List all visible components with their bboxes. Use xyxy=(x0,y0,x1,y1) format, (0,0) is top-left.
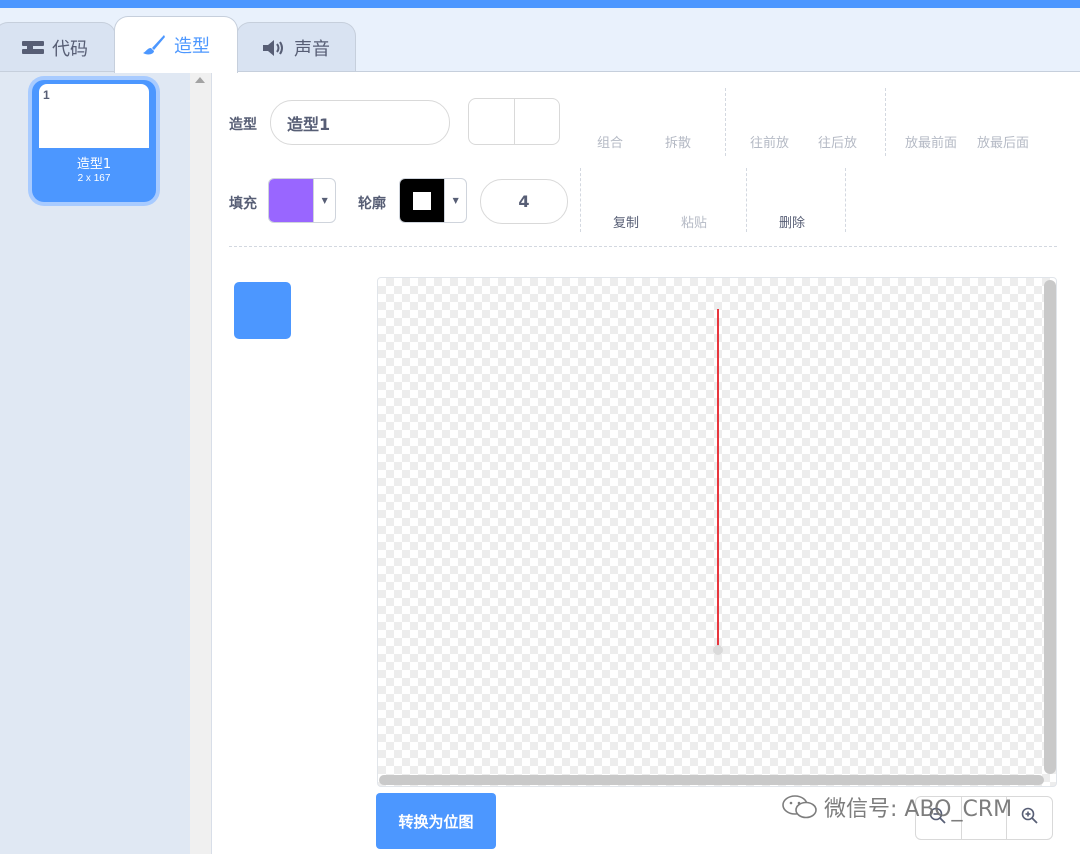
costume-name-label: 造型 xyxy=(229,117,257,133)
tab-sounds[interactable]: 声音 xyxy=(236,22,356,72)
tab-costumes[interactable]: 造型 xyxy=(114,16,238,73)
delete-button[interactable]: 删除 xyxy=(779,212,805,231)
copy-button[interactable]: 复制 xyxy=(613,212,639,231)
paste-button[interactable]: 粘贴 xyxy=(681,212,707,231)
convert-to-bitmap-button[interactable]: 转换为位图 xyxy=(376,793,496,849)
flip-buttons xyxy=(468,98,560,145)
fill-color-picker[interactable]: ▼ xyxy=(268,178,336,223)
scroll-up-arrow-icon[interactable] xyxy=(195,77,205,83)
costume-name-input[interactable]: 造型1 xyxy=(270,100,450,145)
toolbar-separator xyxy=(746,168,747,232)
outline-label: 轮廓 xyxy=(358,196,386,212)
group-button[interactable]: 组合 xyxy=(597,132,623,151)
outline-swatch xyxy=(400,179,445,222)
toolbar-separator xyxy=(885,88,886,156)
toolbar-divider xyxy=(229,246,1057,247)
wechat-watermark: 微信号: ABO_CRM xyxy=(780,791,1012,823)
outline-dropdown-arrow-icon: ▼ xyxy=(444,179,466,222)
fill-swatch xyxy=(269,179,314,222)
fill-dropdown-arrow-icon: ▼ xyxy=(313,179,335,222)
costume-item-size: 2 x 167 xyxy=(77,173,111,184)
tab-sounds-label: 声音 xyxy=(294,38,330,60)
paintbrush-icon xyxy=(142,34,166,56)
tab-code-label: 代码 xyxy=(52,38,88,60)
outline-color-picker[interactable]: ▼ xyxy=(399,178,467,223)
toolbar-separator xyxy=(725,88,726,156)
wechat-icon xyxy=(780,793,820,821)
costume-thumbnail: 1 xyxy=(39,84,149,148)
zoom-in-button[interactable] xyxy=(1006,797,1052,839)
backward-button[interactable]: 往后放 xyxy=(818,132,857,151)
selected-tool-button[interactable] xyxy=(234,282,291,339)
costume-item-name: 造型1 xyxy=(76,157,112,172)
editor-tabs: 代码 造型 声音 xyxy=(0,8,1080,73)
flip-horizontal-button[interactable] xyxy=(469,99,514,144)
fill-label: 填充 xyxy=(229,196,257,212)
watermark-text: 微信号: ABO_CRM xyxy=(824,797,1013,822)
forward-button[interactable]: 往前放 xyxy=(750,132,789,151)
ungroup-button[interactable]: 拆散 xyxy=(665,132,691,151)
canvas-horizontal-scrollbar[interactable] xyxy=(379,775,1044,785)
costume-list-scrollbar[interactable] xyxy=(190,72,212,854)
front-button[interactable]: 放最前面 xyxy=(905,132,957,151)
code-blocks-icon xyxy=(22,40,44,55)
speaker-icon xyxy=(262,39,286,57)
costume-item-1[interactable]: 1 造型1 2 x 167 xyxy=(32,80,156,202)
red-line-shape[interactable] xyxy=(717,309,719,650)
zoom-in-icon xyxy=(1021,807,1039,829)
costume-index: 1 xyxy=(43,88,50,102)
flip-vertical-button[interactable] xyxy=(513,99,560,144)
toolbar-separator xyxy=(580,168,581,232)
top-accent-bar xyxy=(0,0,1080,8)
line-endpoint-handle[interactable] xyxy=(713,645,723,655)
toolbar-separator xyxy=(845,168,846,232)
stroke-width-input[interactable]: 4 xyxy=(480,179,568,224)
tab-code[interactable]: 代码 xyxy=(0,22,116,72)
tab-costumes-label: 造型 xyxy=(174,36,210,57)
back-button[interactable]: 放最后面 xyxy=(977,132,1029,151)
canvas-vertical-scrollbar[interactable] xyxy=(1044,280,1056,774)
